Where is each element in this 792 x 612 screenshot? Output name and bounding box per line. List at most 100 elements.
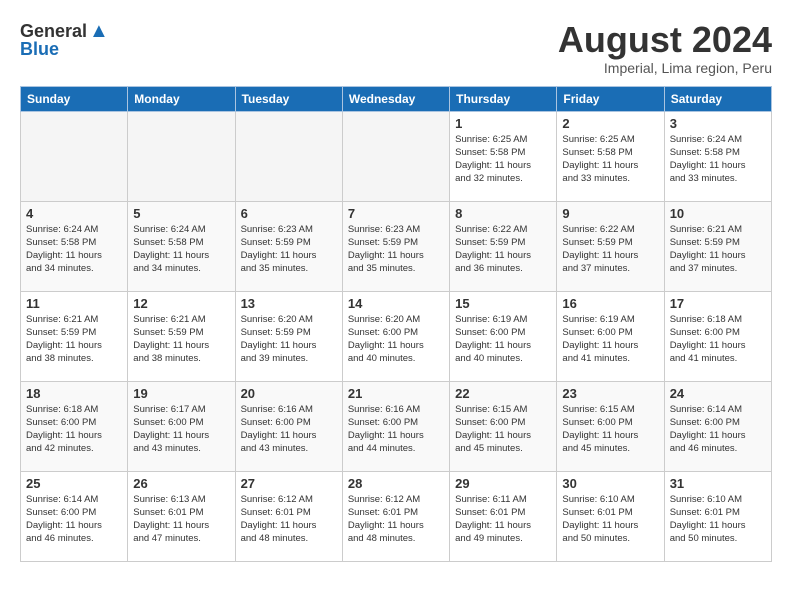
- title-block: August 2024 Imperial, Lima region, Peru: [558, 20, 772, 76]
- weekday-header-friday: Friday: [557, 86, 664, 111]
- calendar-cell: [342, 111, 449, 201]
- week-row-4: 18 Sunrise: 6:18 AM Sunset: 6:00 PM Dayli…: [21, 381, 772, 471]
- weekday-header-tuesday: Tuesday: [235, 86, 342, 111]
- weekday-header-sunday: Sunday: [21, 86, 128, 111]
- calendar-cell: 7 Sunrise: 6:23 AM Sunset: 5:59 PM Daylig…: [342, 201, 449, 291]
- day-number: 10: [670, 206, 766, 221]
- day-number: 22: [455, 386, 551, 401]
- calendar-cell: [235, 111, 342, 201]
- day-info: Sunrise: 6:10 AM Sunset: 6:01 PM Dayligh…: [670, 493, 766, 546]
- day-info: Sunrise: 6:18 AM Sunset: 6:00 PM Dayligh…: [26, 403, 122, 456]
- day-info: Sunrise: 6:20 AM Sunset: 5:59 PM Dayligh…: [241, 313, 337, 366]
- day-number: 13: [241, 296, 337, 311]
- day-number: 3: [670, 116, 766, 131]
- day-info: Sunrise: 6:23 AM Sunset: 5:59 PM Dayligh…: [348, 223, 444, 276]
- day-number: 5: [133, 206, 229, 221]
- day-info: Sunrise: 6:19 AM Sunset: 6:00 PM Dayligh…: [562, 313, 658, 366]
- calendar-cell: 21 Sunrise: 6:16 AM Sunset: 6:00 PM Dayli…: [342, 381, 449, 471]
- day-info: Sunrise: 6:22 AM Sunset: 5:59 PM Dayligh…: [562, 223, 658, 276]
- weekday-header-thursday: Thursday: [450, 86, 557, 111]
- day-info: Sunrise: 6:18 AM Sunset: 6:00 PM Dayligh…: [670, 313, 766, 366]
- calendar-cell: 31Sunrise: 6:10 AM Sunset: 6:01 PM Dayli…: [664, 471, 771, 561]
- day-number: 30: [562, 476, 658, 491]
- day-number: 7: [348, 206, 444, 221]
- day-info: Sunrise: 6:24 AM Sunset: 5:58 PM Dayligh…: [133, 223, 229, 276]
- day-info: Sunrise: 6:23 AM Sunset: 5:59 PM Dayligh…: [241, 223, 337, 276]
- month-year-title: August 2024: [558, 20, 772, 60]
- calendar-cell: 5 Sunrise: 6:24 AM Sunset: 5:58 PM Daylig…: [128, 201, 235, 291]
- day-number: 19: [133, 386, 229, 401]
- week-row-2: 4 Sunrise: 6:24 AM Sunset: 5:58 PM Daylig…: [21, 201, 772, 291]
- day-number: 29: [455, 476, 551, 491]
- calendar-cell: 30 Sunrise: 6:10 AM Sunset: 6:01 PM Dayli…: [557, 471, 664, 561]
- day-info: Sunrise: 6:19 AM Sunset: 6:00 PM Dayligh…: [455, 313, 551, 366]
- calendar-cell: 17Sunrise: 6:18 AM Sunset: 6:00 PM Dayli…: [664, 291, 771, 381]
- calendar-cell: 18 Sunrise: 6:18 AM Sunset: 6:00 PM Dayli…: [21, 381, 128, 471]
- day-number: 11: [26, 296, 122, 311]
- day-info: Sunrise: 6:15 AM Sunset: 6:00 PM Dayligh…: [562, 403, 658, 456]
- location-subtitle: Imperial, Lima region, Peru: [558, 60, 772, 76]
- calendar-cell: 3 Sunrise: 6:24 AM Sunset: 5:58 PM Daylig…: [664, 111, 771, 201]
- calendar-cell: 20 Sunrise: 6:16 AM Sunset: 6:00 PM Dayli…: [235, 381, 342, 471]
- logo-bird-icon: ▲: [89, 20, 109, 43]
- day-info: Sunrise: 6:16 AM Sunset: 6:00 PM Dayligh…: [348, 403, 444, 456]
- day-info: Sunrise: 6:20 AM Sunset: 6:00 PM Dayligh…: [348, 313, 444, 366]
- day-info: Sunrise: 6:25 AM Sunset: 5:58 PM Dayligh…: [455, 133, 551, 186]
- day-info: Sunrise: 6:24 AM Sunset: 5:58 PM Dayligh…: [670, 133, 766, 186]
- calendar-cell: 1 Sunrise: 6:25 AM Sunset: 5:58 PM Daylig…: [450, 111, 557, 201]
- calendar-cell: 29 Sunrise: 6:11 AM Sunset: 6:01 PM Dayli…: [450, 471, 557, 561]
- logo: General ▲ Blue: [20, 20, 109, 60]
- day-info: Sunrise: 6:11 AM Sunset: 6:01 PM Dayligh…: [455, 493, 551, 546]
- day-number: 2: [562, 116, 658, 131]
- calendar-cell: [128, 111, 235, 201]
- day-info: Sunrise: 6:10 AM Sunset: 6:01 PM Dayligh…: [562, 493, 658, 546]
- day-info: Sunrise: 6:17 AM Sunset: 6:00 PM Dayligh…: [133, 403, 229, 456]
- week-row-5: 25Sunrise: 6:14 AM Sunset: 6:00 PM Dayli…: [21, 471, 772, 561]
- day-info: Sunrise: 6:14 AM Sunset: 6:00 PM Dayligh…: [26, 493, 122, 546]
- day-info: Sunrise: 6:13 AM Sunset: 6:01 PM Dayligh…: [133, 493, 229, 546]
- calendar-cell: 15 Sunrise: 6:19 AM Sunset: 6:00 PM Dayli…: [450, 291, 557, 381]
- day-number: 9: [562, 206, 658, 221]
- calendar-cell: 12 Sunrise: 6:21 AM Sunset: 5:59 PM Dayli…: [128, 291, 235, 381]
- day-number: 6: [241, 206, 337, 221]
- day-number: 16: [562, 296, 658, 311]
- calendar-cell: 25Sunrise: 6:14 AM Sunset: 6:00 PM Dayli…: [21, 471, 128, 561]
- calendar-cell: [21, 111, 128, 201]
- day-info: Sunrise: 6:21 AM Sunset: 5:59 PM Dayligh…: [133, 313, 229, 366]
- calendar-cell: 11 Sunrise: 6:21 AM Sunset: 5:59 PM Dayli…: [21, 291, 128, 381]
- weekday-header-saturday: Saturday: [664, 86, 771, 111]
- calendar-cell: 22 Sunrise: 6:15 AM Sunset: 6:00 PM Dayli…: [450, 381, 557, 471]
- day-info: Sunrise: 6:15 AM Sunset: 6:00 PM Dayligh…: [455, 403, 551, 456]
- day-number: 20: [241, 386, 337, 401]
- calendar-cell: 8Sunrise: 6:22 AM Sunset: 5:59 PM Daylig…: [450, 201, 557, 291]
- calendar-cell: 27 Sunrise: 6:12 AM Sunset: 6:01 PM Dayli…: [235, 471, 342, 561]
- week-row-1: 1 Sunrise: 6:25 AM Sunset: 5:58 PM Daylig…: [21, 111, 772, 201]
- logo-blue: Blue: [20, 39, 59, 60]
- page-header: General ▲ Blue August 2024 Imperial, Lim…: [20, 20, 772, 76]
- day-number: 24: [670, 386, 766, 401]
- day-number: 15: [455, 296, 551, 311]
- day-number: 4: [26, 206, 122, 221]
- day-info: Sunrise: 6:16 AM Sunset: 6:00 PM Dayligh…: [241, 403, 337, 456]
- calendar-cell: 10Sunrise: 6:21 AM Sunset: 5:59 PM Dayli…: [664, 201, 771, 291]
- day-number: 18: [26, 386, 122, 401]
- calendar-cell: 9 Sunrise: 6:22 AM Sunset: 5:59 PM Daylig…: [557, 201, 664, 291]
- day-number: 8: [455, 206, 551, 221]
- day-number: 27: [241, 476, 337, 491]
- calendar-cell: 16 Sunrise: 6:19 AM Sunset: 6:00 PM Dayli…: [557, 291, 664, 381]
- day-number: 1: [455, 116, 551, 131]
- calendar-cell: 2Sunrise: 6:25 AM Sunset: 5:58 PM Daylig…: [557, 111, 664, 201]
- calendar-cell: 6 Sunrise: 6:23 AM Sunset: 5:59 PM Daylig…: [235, 201, 342, 291]
- weekday-header-row: SundayMondayTuesdayWednesdayThursdayFrid…: [21, 86, 772, 111]
- calendar-cell: 14Sunrise: 6:20 AM Sunset: 6:00 PM Dayli…: [342, 291, 449, 381]
- day-number: 21: [348, 386, 444, 401]
- day-info: Sunrise: 6:24 AM Sunset: 5:58 PM Dayligh…: [26, 223, 122, 276]
- day-info: Sunrise: 6:12 AM Sunset: 6:01 PM Dayligh…: [241, 493, 337, 546]
- day-number: 28: [348, 476, 444, 491]
- calendar-table: SundayMondayTuesdayWednesdayThursdayFrid…: [20, 86, 772, 562]
- weekday-header-monday: Monday: [128, 86, 235, 111]
- calendar-cell: 13 Sunrise: 6:20 AM Sunset: 5:59 PM Dayli…: [235, 291, 342, 381]
- day-number: 26: [133, 476, 229, 491]
- day-number: 12: [133, 296, 229, 311]
- day-info: Sunrise: 6:21 AM Sunset: 5:59 PM Dayligh…: [26, 313, 122, 366]
